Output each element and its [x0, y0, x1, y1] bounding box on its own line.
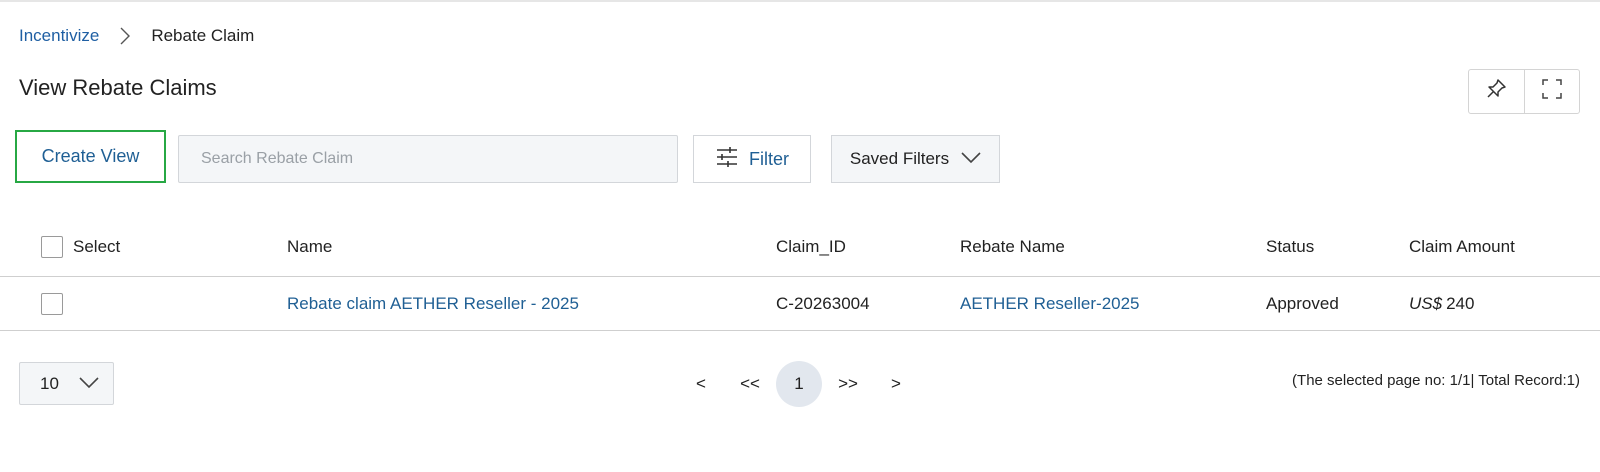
search-input[interactable] — [178, 135, 678, 183]
page-size-select[interactable]: 10 — [19, 362, 114, 405]
select-all-checkbox[interactable] — [41, 236, 63, 258]
breadcrumb-link-incentivize[interactable]: Incentivize — [19, 26, 99, 46]
rebate-claims-table: Select Name Claim_ID Rebate Name Status … — [0, 218, 1600, 331]
claim-id: C-20263004 — [776, 293, 870, 313]
column-header-select: Select — [73, 237, 121, 256]
column-header-status[interactable]: Status — [1266, 218, 1314, 276]
pin-icon — [1485, 78, 1507, 105]
filter-label: Filter — [749, 148, 789, 169]
view-actions — [1468, 69, 1580, 114]
next-page-button[interactable]: > — [885, 361, 907, 407]
page-title: View Rebate Claims — [19, 75, 217, 100]
page-size-value: 10 — [40, 373, 59, 393]
breadcrumb-current: Rebate Claim — [151, 26, 255, 45]
create-view-button[interactable]: Create View — [15, 130, 166, 183]
column-header-rebate-name[interactable]: Rebate Name — [960, 218, 1065, 276]
table-row: Rebate claim AETHER Reseller - 2025 C-20… — [0, 277, 1600, 331]
column-header-name[interactable]: Name — [287, 218, 332, 276]
select-all-cell: Select — [41, 218, 120, 276]
saved-filters-dropdown[interactable]: Saved Filters — [831, 135, 1000, 183]
page-number-current[interactable]: 1 — [776, 361, 822, 407]
fullscreen-icon — [1541, 78, 1563, 105]
status-text: Approved — [1266, 293, 1339, 313]
currency-symbol: US$ — [1409, 293, 1443, 313]
row-select-cell — [41, 277, 63, 330]
chevron-down-icon — [79, 374, 99, 394]
sliders-icon — [715, 145, 739, 174]
claim-name-link[interactable]: Rebate claim AETHER Reseller - 2025 — [287, 277, 579, 330]
fullscreen-button[interactable] — [1523, 70, 1580, 113]
amount-value: 240 — [1446, 293, 1475, 313]
first-page-button[interactable]: << — [734, 361, 766, 407]
saved-filters-label: Saved Filters — [849, 149, 950, 168]
claim-amount: US$ 240 — [1409, 277, 1474, 330]
pagination-info: (The selected page no: 1/1| Total Record… — [1292, 372, 1580, 389]
column-header-claim-amount[interactable]: Claim Amount — [1409, 218, 1515, 276]
last-page-button[interactable]: >> — [832, 361, 864, 407]
column-header-claim-id[interactable]: Claim_ID — [776, 218, 846, 276]
chevron-down-icon — [961, 149, 981, 169]
table-header: Select Name Claim_ID Rebate Name Status … — [0, 218, 1600, 277]
pin-button[interactable] — [1469, 70, 1524, 113]
row-checkbox[interactable] — [41, 292, 63, 315]
top-divider — [0, 0, 1600, 2]
filter-button[interactable]: Filter — [693, 135, 811, 183]
chevron-right-icon — [99, 27, 151, 45]
breadcrumb: Incentivize Rebate Claim — [19, 25, 254, 47]
prev-page-button[interactable]: < — [690, 361, 712, 407]
rebate-name-link[interactable]: AETHER Reseller-2025 — [960, 277, 1140, 330]
